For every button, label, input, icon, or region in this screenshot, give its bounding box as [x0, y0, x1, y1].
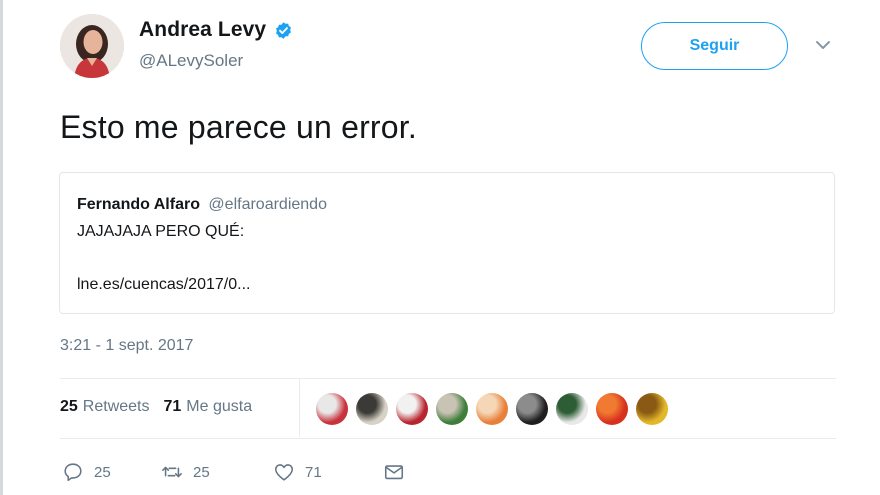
message-action[interactable]	[383, 461, 405, 483]
heart-icon	[274, 464, 294, 481]
follow-button[interactable]: Seguir	[641, 22, 788, 70]
window-edge	[0, 0, 3, 495]
liker-avatar-9[interactable]	[636, 393, 668, 425]
author-handle[interactable]: @ALevySoler	[139, 51, 243, 71]
author-avatar[interactable]	[60, 14, 124, 78]
likes-stat[interactable]: 71 Me gusta	[164, 398, 253, 416]
like-action[interactable]: 71	[273, 461, 383, 483]
likes-count: 71	[163, 398, 182, 415]
retweets-label: Retweets	[82, 398, 150, 415]
quoted-tweet-text: JAJAJAJA PERO QUÉ:	[77, 223, 245, 240]
retweet-action[interactable]: 25	[161, 461, 273, 483]
quoted-tweet-name: Fernando Alfaro	[77, 196, 200, 213]
divider-bottom	[60, 438, 836, 439]
liker-avatar-4[interactable]	[436, 393, 468, 425]
retweets-count: 25	[60, 398, 78, 415]
retweet-icon	[162, 466, 182, 478]
like-count: 71	[305, 463, 322, 481]
liker-avatar-1[interactable]	[316, 393, 348, 425]
author-name[interactable]: Andrea Levy	[139, 18, 266, 42]
verified-badge-icon	[276, 21, 292, 39]
liker-avatar-5[interactable]	[476, 393, 508, 425]
quoted-tweet-author: Fernando Alfaro @elfaroardiendo	[77, 196, 327, 214]
likers-avatars	[316, 393, 668, 425]
reply-icon	[64, 463, 82, 482]
reply-count: 25	[94, 463, 111, 481]
envelope-icon	[384, 465, 404, 480]
liker-avatar-2[interactable]	[356, 393, 388, 425]
liker-avatar-6[interactable]	[516, 393, 548, 425]
quoted-tweet-link[interactable]: lne.es/cuencas/2017/0...	[77, 276, 250, 294]
tweet-timestamp[interactable]: 3:21 - 1 sept. 2017	[60, 337, 193, 355]
retweets-stat[interactable]: 25 Retweets	[60, 398, 150, 416]
quoted-tweet-card[interactable]: Fernando Alfaro @elfaroardiendo JAJAJAJA…	[59, 172, 835, 314]
liker-avatar-3[interactable]	[396, 393, 428, 425]
quoted-tweet-handle: @elfaroardiendo	[208, 196, 327, 213]
retweet-count: 25	[193, 463, 210, 481]
divider-top	[60, 378, 836, 379]
chevron-down-icon[interactable]	[814, 38, 832, 52]
author-name-row: Andrea Levy	[139, 18, 293, 42]
author-avatar-image	[60, 14, 124, 78]
liker-avatar-7[interactable]	[556, 393, 588, 425]
likes-label: Me gusta	[186, 398, 253, 415]
reply-action[interactable]: 25	[62, 461, 161, 483]
tweet-stats: 25 Retweets 71 Me gusta	[60, 398, 252, 416]
liker-avatar-8[interactable]	[596, 393, 628, 425]
tweet-actions: 25 25 71	[62, 461, 405, 483]
tweet-text: Esto me parece un error.	[60, 109, 417, 145]
stats-divider	[299, 379, 300, 437]
